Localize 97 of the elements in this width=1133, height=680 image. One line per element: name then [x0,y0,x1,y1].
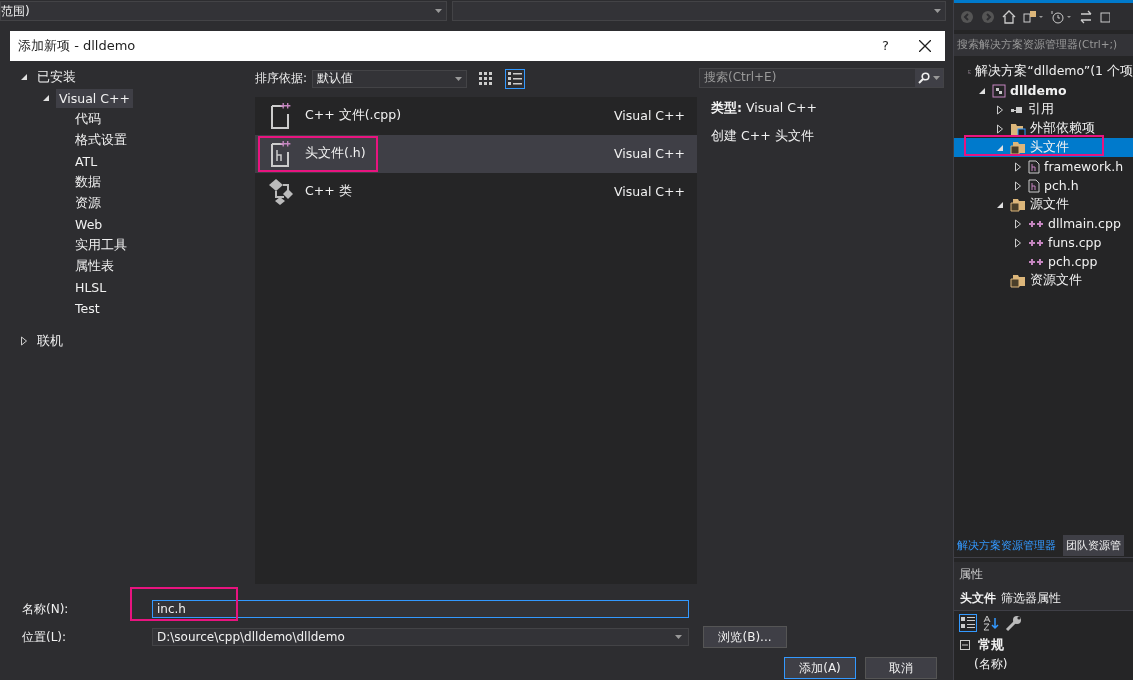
header-file-icon [1028,178,1040,193]
tree-item[interactable]: Test [72,298,103,318]
tree-item[interactable]: 数据 [72,171,104,193]
name-label: 名称(N): [22,600,70,618]
panel-tab[interactable]: 解决方案资源管理器 [954,534,1059,556]
expand-arrow-icon[interactable] [996,123,1004,134]
tree-item-label: 解决方案“dlldemo”(1 个项 [975,63,1133,80]
dropdown-caret-icon [455,76,463,81]
collapse-arrow-icon[interactable] [996,200,1004,209]
name-field[interactable]: inc.h [152,600,689,618]
search-icon [918,71,930,84]
collapse-arrow-icon[interactable] [42,94,50,103]
tree-item[interactable]: 已安装 [34,66,79,88]
dialog-button[interactable]: 添加(A) [784,657,856,679]
tree-item-label: framework.h [1044,159,1124,174]
expand-arrow-icon[interactable] [1014,161,1022,172]
template-item[interactable]: C++ 类 Visual C++ [255,172,697,211]
swap-arrows-icon[interactable] [1079,9,1093,24]
alphabetical-sort-icon[interactable] [983,615,999,631]
tree-item[interactable]: HLSL [72,277,110,297]
tree-item-label: dllmain.cpp [1048,216,1121,231]
template-item[interactable]: 头文件(.h) Visual C++ [255,134,697,173]
tree-item[interactable]: ATL [72,151,101,171]
expand-arrow-icon[interactable] [1014,218,1022,229]
scope-dropdown[interactable]: 范围) [0,1,447,21]
toolbar-icon[interactable] [1100,9,1110,24]
tree-item-label: 引用 [1028,101,1054,118]
tree-item[interactable]: Visual C++ [56,88,133,108]
template-name: 头文件(.h) [305,144,367,163]
location-dropdown[interactable]: D:\source\cpp\dlldemo\dlldemo [152,628,689,646]
tree-item-label: 资源文件 [1030,272,1082,289]
search-field[interactable]: 搜索(Ctrl+E) [699,67,944,88]
categorized-button[interactable] [959,614,977,632]
tree-item-label: dlldemo [1010,83,1067,98]
filter-folder-icon [1010,273,1026,288]
collapse-arrow-icon[interactable] [978,86,986,95]
panel-tab[interactable]: 团队资源管 [1063,534,1124,556]
source-file-icon [1028,218,1044,229]
tree-item-label: funs.cpp [1048,235,1102,250]
filter-folder-icon [1010,140,1026,155]
close-icon[interactable] [919,39,931,52]
template-category: Visual C++ [614,184,685,200]
tree-item[interactable]: 格式设置 [72,129,130,151]
expand-arrow-icon[interactable] [1014,180,1022,191]
collapse-arrow-icon[interactable] [20,73,28,82]
location-label: 位置(L): [22,628,68,646]
panel-title: 属性 [954,562,1133,586]
selected-row-highlight[interactable]: 头文件 [954,138,1133,157]
list-view-button[interactable] [505,68,526,89]
expand-arrow-icon[interactable] [996,104,1004,115]
wrench-icon[interactable] [1005,614,1023,632]
project-icon [992,83,1006,98]
tree-item[interactable]: 属性表 [72,255,117,277]
source-file-icon [1028,237,1044,248]
object-name: 头文件 [960,589,996,607]
browse-button[interactable]: 浏览(B)... [703,626,787,648]
dropdown-caret-icon [675,635,682,639]
type-value: Visual C++ [746,99,817,115]
property-category: 常规 [978,636,1004,654]
template-category: Visual C++ [614,108,685,124]
filter-folder-icon [1010,197,1026,212]
folder-icon [1010,121,1026,136]
property-name: (名称) [973,656,1009,673]
dropdown-caret-icon [934,9,941,13]
search-field[interactable]: 搜索解决方案资源管理器(Ctrl+;) [954,34,1133,56]
tree-item[interactable]: 实用工具 [72,234,130,256]
dropdown-caret-icon [435,9,442,13]
sort-label: 排序依据: [255,70,308,88]
template-item[interactable]: C++ 文件(.cpp) Visual C++ [255,96,697,135]
help-button[interactable]: ? [882,38,889,54]
tree-item[interactable]: Web [72,214,106,234]
dialog-title: 添加新项 - dlldemo [18,36,137,55]
sync-icon[interactable] [1023,9,1043,24]
tree-item[interactable]: 代码 [72,108,104,130]
sort-dropdown[interactable]: 默认值 [312,69,468,88]
header-file-icon [1028,159,1040,174]
tree-item-label: 外部依赖项 [1030,120,1095,137]
collapse-icon[interactable] [960,640,970,650]
expand-arrow-icon[interactable] [20,336,28,347]
tree-item[interactable]: 资源 [72,192,104,214]
dropdown-caret-icon [933,75,940,80]
expand-arrow-icon[interactable] [1014,237,1022,248]
dialog-button[interactable]: 取消 [865,657,937,679]
template-category: Visual C++ [614,146,685,162]
tree-item-label: 源文件 [1030,196,1069,213]
tree-item-label: pch.h [1044,178,1079,193]
template-name: C++ 文件(.cpp) [305,106,403,125]
home-icon[interactable] [1002,9,1016,24]
template-description: 创建 C++ 头文件 [711,127,815,145]
tree-item-label: 头文件 [1030,139,1069,156]
tree-item[interactable]: 联机 [34,330,66,352]
template-name: C++ 类 [305,182,353,201]
object-type: 筛选器属性 [1001,589,1061,607]
type-label: 类型: [711,99,742,115]
source-file-icon [1028,256,1044,267]
tree-item-label: pch.cpp [1048,254,1098,269]
history-icon[interactable] [1050,9,1072,24]
